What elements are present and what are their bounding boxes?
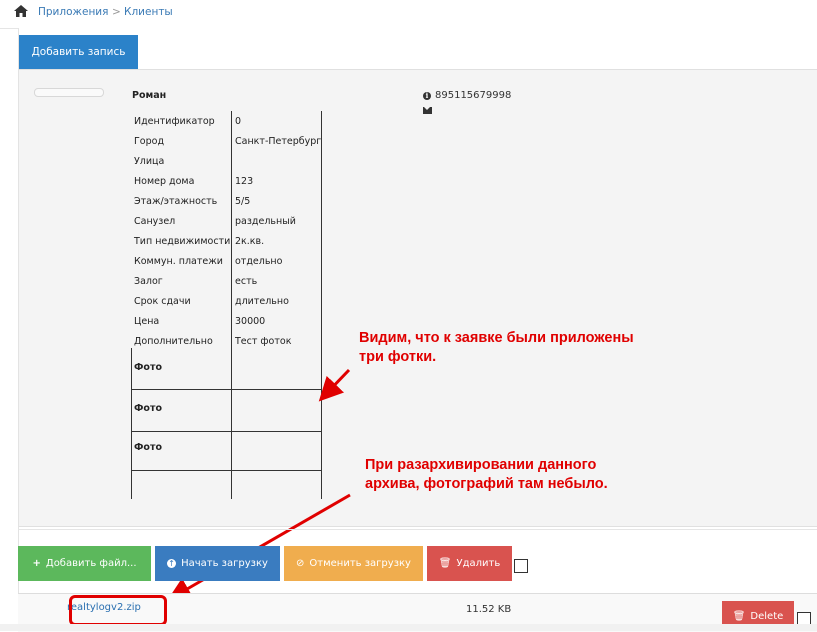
annotation-highlight-box — [69, 595, 167, 626]
arrow-to-photos — [318, 368, 351, 402]
annotation-arrows — [167, 368, 351, 601]
start-upload-button[interactable]: ↑ Начать загрузку — [155, 546, 280, 581]
trash-icon: 🗑 — [732, 610, 746, 622]
trash-icon: 🗑 — [438, 558, 452, 569]
add-files-button[interactable]: + Добавить файл... — [18, 546, 151, 581]
file-size: 11.52 KB — [466, 604, 512, 615]
section-divider — [18, 529, 817, 530]
delete-all-button[interactable]: 🗑 Удалить — [427, 546, 512, 581]
status-bar — [0, 624, 817, 631]
plus-icon: + — [32, 558, 41, 569]
cancel-upload-button[interactable]: ⊘ Отменить загрузку — [284, 546, 423, 581]
upload-icon: ↑ — [167, 559, 177, 568]
select-all-checkbox[interactable] — [514, 559, 528, 573]
ban-icon: ⊘ — [296, 558, 305, 569]
